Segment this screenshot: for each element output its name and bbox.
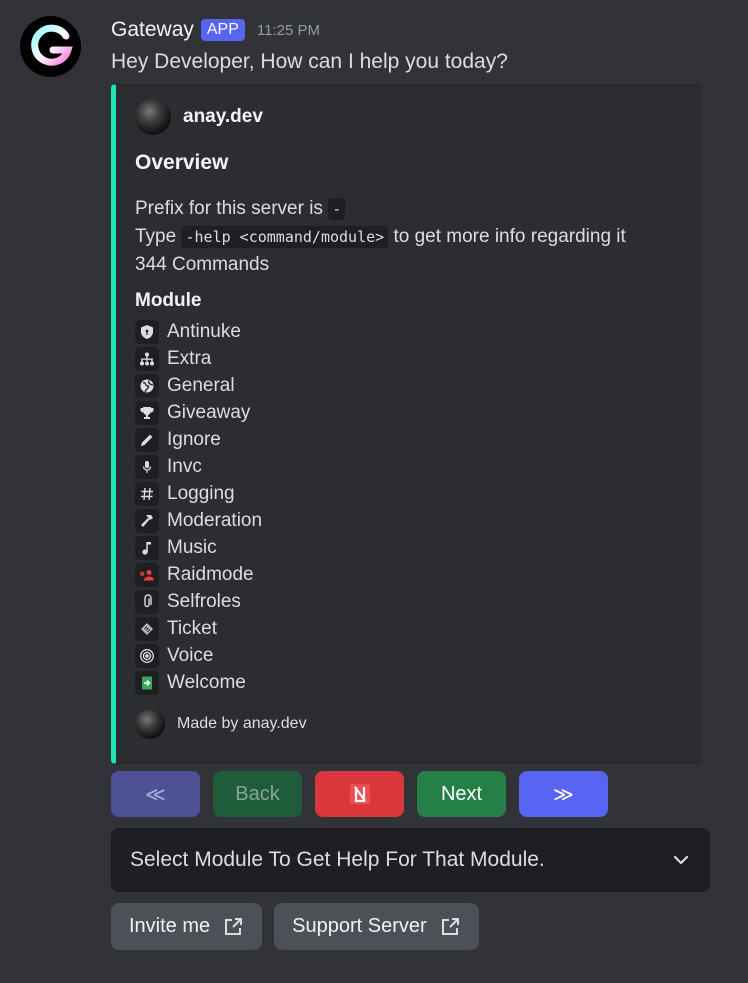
list-item: Giveaway	[135, 399, 262, 426]
footer-text: Made by anay.dev	[177, 715, 307, 732]
app-badge: APP	[200, 19, 245, 41]
list-item: Ignore	[135, 426, 262, 453]
link-buttons: Invite me Support Server	[111, 903, 479, 950]
module-label: Music	[167, 536, 217, 558]
module-list: Antinuke Extra General Giveaway Ignore I…	[135, 318, 262, 696]
list-item: Raidmode	[135, 561, 262, 588]
pencil-icon	[135, 427, 159, 452]
hammer-icon	[135, 508, 159, 533]
message-header: Gateway APP 11:25 PM	[111, 16, 320, 44]
embed-description: Prefix for this server is - Type -help <…	[135, 195, 626, 279]
module-label: Ticket	[167, 617, 217, 639]
list-item: Welcome	[135, 669, 262, 696]
module-label: Extra	[167, 347, 212, 369]
help-embed: anay.dev Overview Prefix for this server…	[111, 84, 702, 764]
command-count: 344 Commands	[135, 254, 270, 275]
shield-icon	[135, 319, 159, 344]
stop-icon	[349, 784, 370, 804]
enter-icon	[135, 670, 159, 695]
module-label: Voice	[167, 644, 214, 666]
author-name: anay.dev	[183, 106, 263, 127]
list-item: General	[135, 372, 262, 399]
module-label: Antinuke	[167, 320, 241, 342]
hierarchy-icon	[135, 346, 159, 371]
external-link-icon	[225, 917, 243, 935]
select-placeholder: Select Module To Get Help For That Modul…	[130, 848, 545, 871]
help-line: Type -help <command/module> to get more …	[135, 223, 626, 251]
user-x-icon	[135, 562, 159, 587]
module-label: Logging	[167, 482, 235, 504]
list-item: Extra	[135, 345, 262, 372]
prefix-label: Prefix for this server is	[135, 198, 323, 219]
module-label: Moderation	[167, 509, 263, 531]
paperclip-icon	[135, 589, 159, 614]
support-server-button[interactable]: Support Server	[274, 903, 479, 950]
embed-title: Overview	[135, 151, 229, 174]
embed-author: anay.dev	[135, 99, 263, 135]
help-code: -help <command/module>	[181, 226, 389, 248]
module-label: Ignore	[167, 428, 221, 450]
gateway-logo-icon	[30, 24, 73, 66]
music-note-icon	[135, 535, 159, 560]
globe-icon	[135, 373, 159, 398]
invite-button[interactable]: Invite me	[111, 903, 263, 950]
last-page-button[interactable]: ≫	[519, 771, 608, 817]
next-button[interactable]: Next	[417, 771, 506, 817]
invite-label: Invite me	[129, 915, 211, 937]
module-select[interactable]: Select Module To Get Help For That Modul…	[111, 828, 710, 892]
trophy-icon	[135, 400, 159, 425]
timestamp: 11:25 PM	[256, 21, 320, 39]
author-avatar	[135, 99, 171, 135]
message-content: Hey Developer, How can I help you today?	[111, 50, 508, 73]
list-item: Antinuke	[135, 318, 262, 345]
type-word: Type	[135, 226, 177, 247]
list-item: Logging	[135, 480, 262, 507]
module-heading: Module	[135, 290, 202, 311]
module-label: Selfroles	[167, 590, 241, 612]
chevron-down-icon	[673, 855, 689, 865]
help-suffix: to get more info regarding it	[393, 226, 626, 247]
module-label: Giveaway	[167, 401, 251, 423]
module-label: Raidmode	[167, 563, 254, 585]
module-label: Invc	[167, 455, 202, 477]
list-item: Selfroles	[135, 588, 262, 615]
pagination-buttons: ≪ Back Next ≫	[111, 771, 608, 817]
bot-avatar[interactable]	[20, 16, 81, 77]
support-label: Support Server	[292, 915, 427, 937]
hashtag-icon	[135, 481, 159, 506]
list-item: Voice	[135, 642, 262, 669]
bot-name[interactable]: Gateway	[111, 18, 194, 42]
external-link-icon	[441, 917, 459, 935]
ticket-icon	[135, 616, 159, 641]
prefix-line: Prefix for this server is -	[135, 195, 626, 223]
list-item: Moderation	[135, 507, 262, 534]
module-label: General	[167, 374, 235, 396]
module-label: Welcome	[167, 671, 246, 693]
list-item: Ticket	[135, 615, 262, 642]
footer-avatar	[135, 709, 165, 739]
list-item: Invc	[135, 453, 262, 480]
back-button[interactable]: Back	[213, 771, 302, 817]
stop-button[interactable]	[315, 771, 404, 817]
list-item: Music	[135, 534, 262, 561]
first-page-button[interactable]: ≪	[111, 771, 200, 817]
broadcast-icon	[135, 643, 159, 668]
embed-footer: Made by anay.dev	[135, 709, 307, 739]
prefix-code: -	[328, 198, 346, 220]
microphone-icon	[135, 454, 159, 479]
